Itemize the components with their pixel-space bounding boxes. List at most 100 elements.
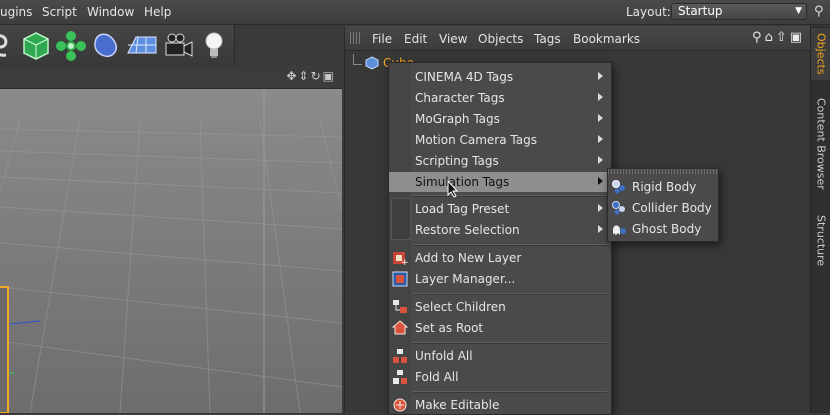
tree-line [353, 54, 362, 65]
menu-item-character-tags[interactable]: Character Tags [389, 88, 611, 108]
menu-separator [413, 195, 607, 197]
cube-icon [365, 56, 379, 70]
layout-value: Startup [678, 4, 723, 18]
viewport[interactable] [0, 89, 342, 413]
menu-item-label: MoGraph Tags [415, 112, 500, 126]
submenu-item-label: Collider Body [632, 201, 712, 215]
submenu-arrow-icon [598, 93, 603, 101]
submenu-arrow-icon [598, 135, 603, 143]
hierarchy-icon [393, 300, 407, 313]
camera-icon[interactable] [162, 27, 194, 61]
menu-item-fold-all[interactable]: Fold All [389, 367, 611, 387]
submenu-arrow-icon [598, 156, 603, 164]
menu-item-label: Restore Selection [415, 223, 520, 237]
om-menu-bookmarks[interactable]: Bookmarks [573, 32, 640, 46]
menu-script[interactable]: Script [42, 5, 77, 19]
submenu-item-label: Ghost Body [632, 222, 702, 236]
submenu-arrow-icon [598, 72, 603, 80]
menu-item-label: Add to New Layer [415, 251, 522, 265]
menu-item-label: CINEMA 4D Tags [415, 70, 514, 84]
om-menu-edit[interactable]: Edit [404, 32, 427, 46]
mograph-cloner-icon[interactable] [55, 27, 87, 61]
menu-item-add-to-new-layer[interactable]: + Add to New Layer [389, 248, 611, 268]
om-menu-file[interactable]: File [372, 32, 392, 46]
menu-separator [413, 244, 607, 246]
menu-item-layer-manager[interactable]: Layer Manager... [389, 269, 611, 289]
menu-item-cinema4d-tags[interactable]: CINEMA 4D Tags [389, 67, 611, 87]
tab-structure[interactable]: Structure [811, 208, 830, 274]
main-toolbar [0, 25, 235, 65]
app-menubar: ugins Script Window Help Layout: Startup… [0, 0, 830, 25]
layer-manager-icon [392, 271, 408, 287]
collider-body-icon [612, 201, 625, 215]
menu-item-label: Layer Manager... [415, 272, 516, 286]
deformer-icon[interactable] [90, 27, 122, 61]
menu-window[interactable]: Window [87, 5, 134, 19]
simulation-tags-submenu: Rigid Body Collider Body Ghost Body [607, 168, 719, 242]
menu-item-simulation-tags[interactable]: Simulation Tags [389, 172, 611, 192]
rigid-body-icon [612, 180, 625, 194]
viewport-grid [0, 89, 342, 413]
submenu-arrow-icon [598, 177, 603, 185]
side-tabs: Objects Content Browser Structure [810, 26, 830, 413]
menu-item-label: Select Children [415, 300, 506, 314]
menu-separator [413, 293, 607, 295]
submenu-item-ghost-body[interactable]: Ghost Body [608, 219, 718, 239]
viewport-header: ✥⇕↻▣ [0, 66, 342, 89]
light-bulb-icon[interactable] [198, 27, 230, 61]
submenu-item-collider-body[interactable]: Collider Body [608, 198, 718, 218]
make-editable-icon [393, 398, 407, 412]
menu-item-label: Scripting Tags [415, 154, 499, 168]
menu-item-mograph-tags[interactable]: MoGraph Tags [389, 109, 611, 129]
menu-item-scripting-tags[interactable]: Scripting Tags [389, 151, 611, 171]
tab-objects[interactable]: Objects [811, 28, 830, 80]
ghost-body-icon [613, 225, 626, 235]
svg-text:+: + [401, 258, 408, 266]
tag-context-menu: CINEMA 4D Tags Character Tags MoGraph Ta… [388, 62, 612, 415]
cube-object-icon[interactable] [20, 27, 52, 61]
om-menu-objects[interactable]: Objects [478, 32, 523, 46]
viewport-nav-icons[interactable]: ✥⇕↻▣ [286, 69, 336, 83]
menu-item-label: Load Tag Preset [415, 202, 510, 216]
menu-item-label: Make Editable [415, 398, 500, 412]
om-menubar: File Edit View Objects Tags Bookmarks ⚲⌂… [345, 26, 811, 51]
menu-separator [413, 391, 607, 393]
menu-item-unfold-all[interactable]: Unfold All [389, 346, 611, 366]
floor-plane-icon[interactable] [126, 27, 158, 61]
layout-label: Layout: [626, 5, 671, 19]
submenu-grip [608, 169, 718, 174]
spline-tool-icon[interactable] [0, 27, 18, 61]
menu-item-label: Character Tags [415, 91, 505, 105]
om-menu-tags[interactable]: Tags [534, 32, 561, 46]
panel-grip-icon[interactable] [350, 32, 362, 44]
menu-plugins[interactable]: ugins [0, 5, 32, 19]
unfold-icon [393, 349, 407, 363]
search-icon[interactable]: ⚲ [814, 4, 824, 19]
menu-item-label: Fold All [415, 370, 459, 384]
menu-help[interactable]: Help [144, 5, 171, 19]
menu-item-set-as-root[interactable]: Set as Root [389, 318, 611, 338]
add-layer-icon: + [393, 252, 408, 266]
submenu-arrow-icon [598, 204, 603, 212]
submenu-item-rigid-body[interactable]: Rigid Body [608, 177, 718, 197]
submenu-item-label: Rigid Body [632, 180, 697, 194]
chevron-down-icon: ▼ [795, 6, 802, 16]
om-toolbar-icons[interactable]: ⚲⌂⇧▣ [752, 30, 805, 45]
menu-item-motion-camera-tags[interactable]: Motion Camera Tags [389, 130, 611, 150]
menu-item-select-children[interactable]: Select Children [389, 297, 611, 317]
menu-item-make-editable[interactable]: Make Editable [389, 395, 611, 415]
layout-select[interactable]: Startup ▼ [671, 3, 807, 20]
submenu-arrow-icon [598, 114, 603, 122]
home-root-icon [392, 320, 408, 335]
menu-item-restore-selection[interactable]: Restore Selection [389, 220, 611, 240]
tab-content-browser[interactable]: Content Browser [811, 84, 830, 204]
om-menu-view[interactable]: View [439, 32, 467, 46]
mouse-cursor-icon [447, 180, 459, 198]
submenu-arrow-icon [598, 225, 603, 233]
menu-item-label: Set as Root [415, 321, 484, 335]
menu-item-label: Motion Camera Tags [415, 133, 537, 147]
menu-item-label: Unfold All [415, 349, 473, 363]
menu-item-label: Simulation Tags [415, 175, 510, 189]
menu-separator [413, 342, 607, 344]
menu-item-load-tag-preset[interactable]: Load Tag Preset [389, 199, 611, 219]
